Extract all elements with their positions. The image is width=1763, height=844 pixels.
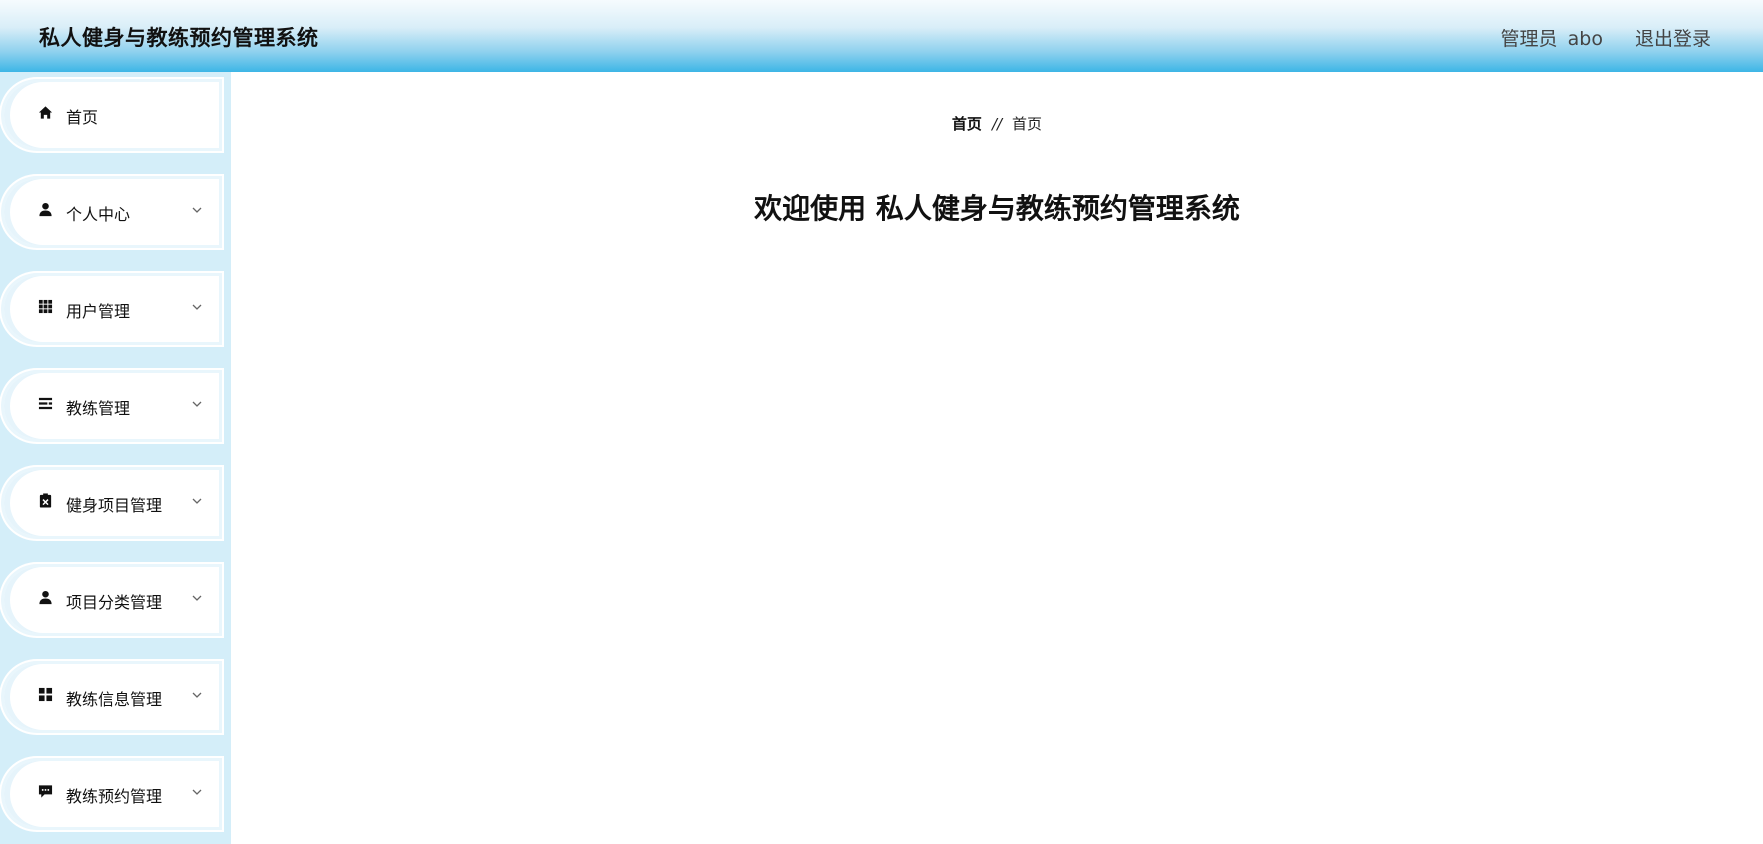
sidebar-item-user-management[interactable]: 用户管理 bbox=[4, 276, 219, 342]
dashboard-icon bbox=[38, 687, 58, 707]
sidebar-item-home[interactable]: 首页 bbox=[4, 82, 219, 148]
sidebar-item-label: 首页 bbox=[66, 108, 99, 127]
sidebar-item-coach-info-management[interactable]: 教练信息管理 bbox=[4, 664, 219, 730]
sidebar-item-label: 教练预约管理 bbox=[66, 787, 163, 806]
sidebar-item-label: 教练管理 bbox=[66, 399, 131, 418]
app-title: 私人健身与教练预约管理系统 bbox=[39, 26, 319, 50]
chevron-down-icon bbox=[191, 398, 203, 410]
home-icon bbox=[38, 105, 58, 125]
main-content: 首页 // 首页 欢迎使用 私人健身与教练预约管理系统 bbox=[231, 72, 1763, 844]
sidebar-item-fitness-project-management[interactable]: 健身项目管理 bbox=[4, 470, 219, 536]
chevron-down-icon bbox=[191, 592, 203, 604]
chevron-down-icon bbox=[191, 786, 203, 798]
welcome-system-name: 私人健身与教练预约管理系统 bbox=[875, 192, 1240, 225]
chat-icon bbox=[38, 784, 58, 804]
sidebar-item-label: 教练信息管理 bbox=[66, 690, 163, 709]
user-area: 管理员 abo 退出登录 bbox=[1501, 24, 1711, 51]
sidebar-item-coach-booking-management[interactable]: 教练预约管理 bbox=[4, 761, 219, 827]
list-icon bbox=[38, 396, 58, 416]
user-icon bbox=[38, 202, 58, 222]
welcome-heading: 欢迎使用 私人健身与教练预约管理系统 bbox=[231, 187, 1763, 227]
top-header: 私人健身与教练预约管理系统 管理员 abo 退出登录 bbox=[0, 0, 1763, 72]
sidebar: 首页 个人中心 用户管理 教练管理 健身项目管理 项目分类管理 教练信息管理 教… bbox=[0, 72, 231, 844]
breadcrumb-root[interactable]: 首页 bbox=[952, 115, 982, 133]
chevron-down-icon bbox=[191, 689, 203, 701]
logout-link[interactable]: 退出登录 bbox=[1635, 24, 1711, 51]
chevron-down-icon bbox=[191, 495, 203, 507]
user-role: 管理员 bbox=[1500, 28, 1558, 50]
sidebar-item-coach-management[interactable]: 教练管理 bbox=[4, 373, 219, 439]
welcome-prefix: 欢迎使用 bbox=[754, 192, 867, 225]
breadcrumb: 首页 // 首页 bbox=[231, 113, 1763, 134]
grid-icon bbox=[38, 299, 58, 319]
breadcrumb-separator: // bbox=[991, 115, 1003, 133]
chevron-down-icon bbox=[191, 204, 203, 216]
sidebar-item-personal-center[interactable]: 个人中心 bbox=[4, 179, 219, 245]
user-icon bbox=[38, 590, 58, 610]
sidebar-item-project-category-management[interactable]: 项目分类管理 bbox=[4, 567, 219, 633]
chevron-down-icon bbox=[191, 301, 203, 313]
clipboard-icon bbox=[38, 493, 58, 513]
username: abo bbox=[1567, 28, 1603, 50]
sidebar-item-label: 个人中心 bbox=[66, 205, 131, 224]
sidebar-item-label: 项目分类管理 bbox=[66, 593, 163, 612]
sidebar-item-label: 健身项目管理 bbox=[66, 496, 163, 515]
sidebar-item-label: 用户管理 bbox=[66, 302, 131, 321]
breadcrumb-current: 首页 bbox=[1012, 115, 1043, 133]
